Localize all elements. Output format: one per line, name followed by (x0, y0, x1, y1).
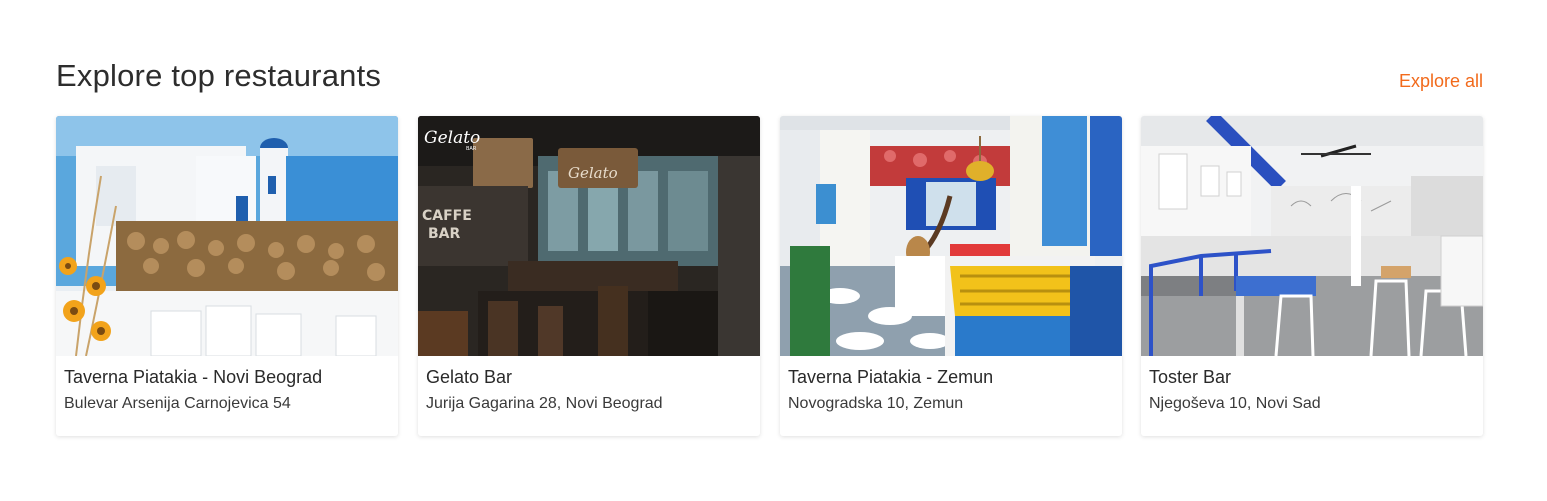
svg-text:Gelato: Gelato (568, 164, 618, 182)
restaurant-address: Jurija Gagarina 28, Novi Beograd (426, 395, 663, 412)
restaurant-name: Gelato Bar (426, 367, 513, 387)
section-title: Explore top restaurants (56, 58, 382, 93)
restaurant-photo[interactable] (780, 116, 1122, 356)
restaurant-card[interactable]: Taverna Piatakia - Zemun Novogradska 10,… (780, 116, 1122, 436)
restaurant-card[interactable]: Toster Bar Njegoševa 10, Novi Sad (1141, 116, 1483, 436)
image-logo-text: Gelato (424, 128, 480, 148)
explore-all-link[interactable]: Explore all (1399, 71, 1483, 92)
restaurant-card-list: Taverna Piatakia - Novi Beograd Bulevar … (56, 116, 1483, 436)
svg-text:BAR: BAR (466, 146, 477, 152)
restaurant-card[interactable]: Taverna Piatakia - Novi Beograd Bulevar … (56, 116, 398, 436)
restaurant-photo[interactable] (1141, 116, 1483, 356)
restaurant-name: Taverna Piatakia - Zemun (788, 367, 994, 387)
restaurant-name: Taverna Piatakia - Novi Beograd (64, 367, 323, 387)
restaurant-address: Njegoševa 10, Novi Sad (1149, 395, 1321, 412)
restaurant-address: Novogradska 10, Zemun (788, 395, 964, 412)
svg-text:CAFFE: CAFFE (422, 208, 472, 224)
restaurant-name: Toster Bar (1149, 367, 1232, 387)
section-header: Explore top restaurants Explore all (56, 58, 1483, 98)
restaurant-card[interactable]: Gelato BAR Gelato CAFFE BAR Gelato Bar J… (418, 116, 760, 436)
restaurant-photo[interactable] (56, 116, 398, 356)
restaurant-photo[interactable]: Gelato BAR Gelato CAFFE BAR (418, 116, 760, 356)
svg-text:BAR: BAR (428, 226, 461, 242)
restaurant-address: Bulevar Arsenija Carnojevica 54 (64, 395, 291, 412)
